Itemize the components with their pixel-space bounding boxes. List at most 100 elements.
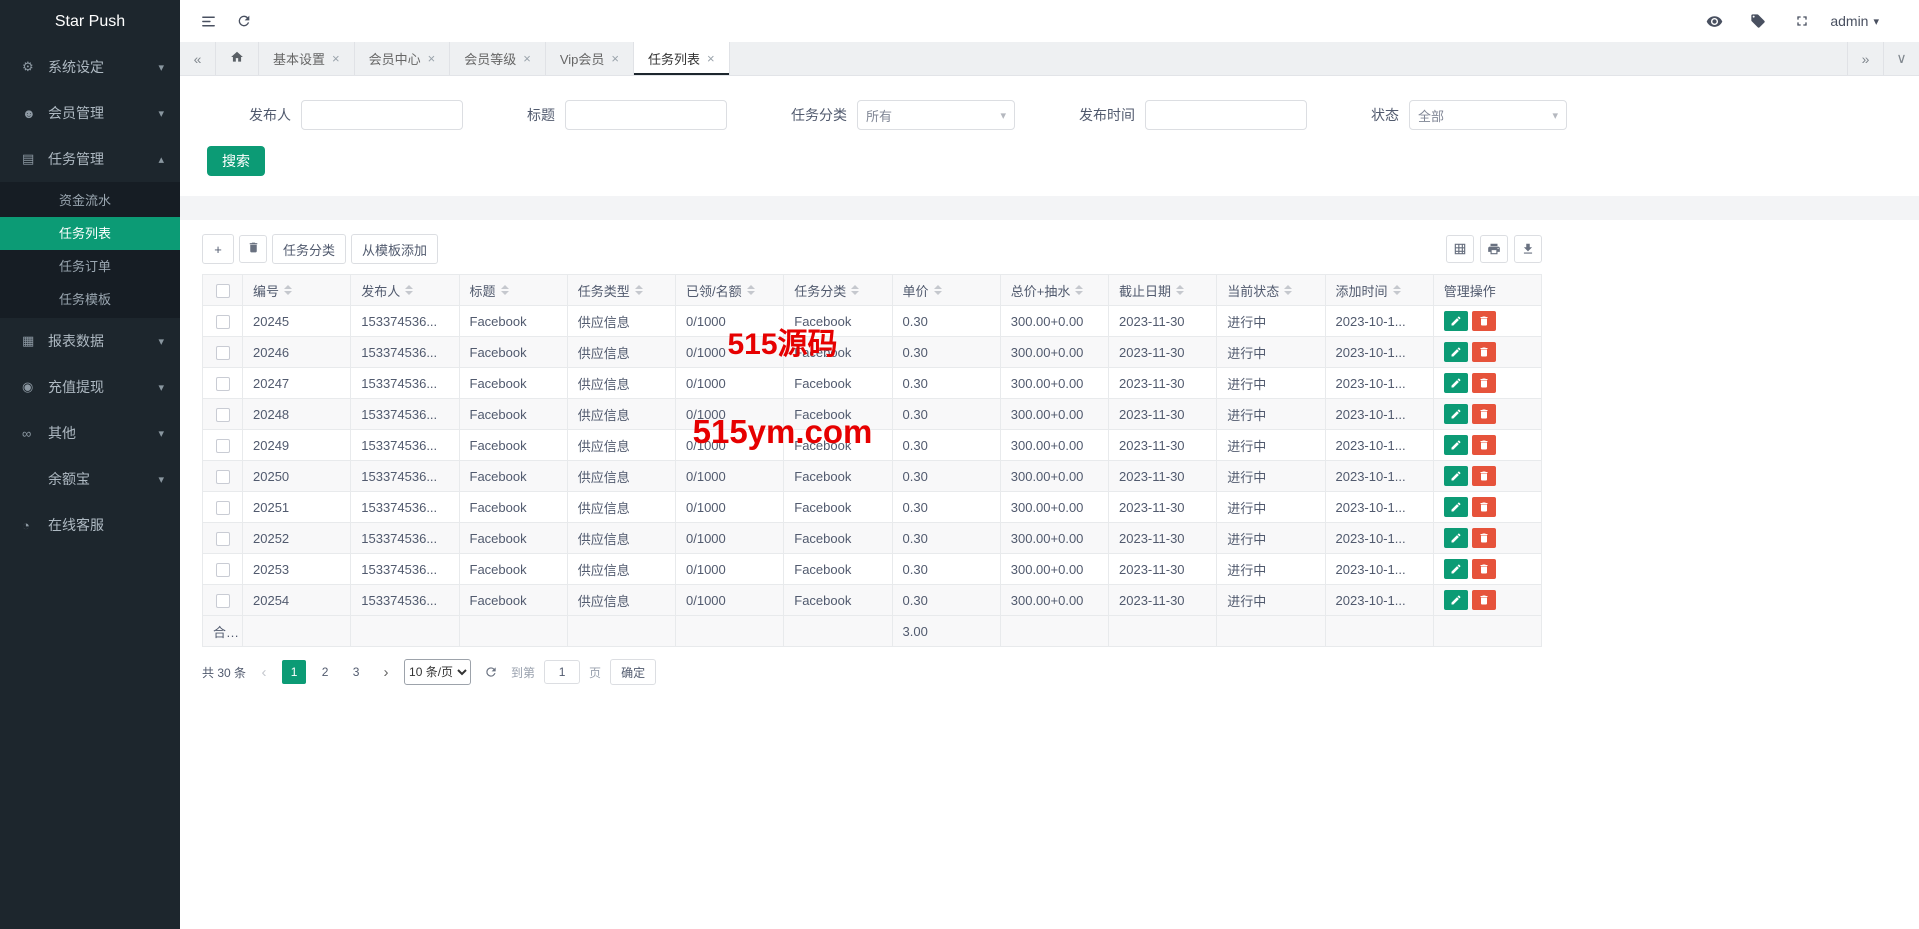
column-header[interactable]: 发布人 [350,274,460,306]
publisher-input[interactable] [301,100,463,130]
sort-icon[interactable] [634,285,643,295]
sort-icon[interactable] [933,285,942,295]
column-header[interactable]: 编号 [241,274,352,306]
sidebar-subitem-task-orders[interactable]: 任务订单 [0,250,180,283]
delete-button[interactable] [1471,342,1496,362]
print-icon[interactable] [1480,235,1508,263]
edit-button[interactable] [1443,435,1468,455]
sidebar-item-yuebao[interactable]: 余额宝 ▾ [0,456,180,502]
tabs-menu-icon[interactable]: ∨ [1883,42,1919,75]
column-header[interactable]: 当前状态 [1216,274,1326,306]
sidebar-item-recharge-withdraw[interactable]: ◉ 充值提现 ▾ [0,364,180,410]
edit-button[interactable] [1443,342,1468,362]
sort-icon[interactable] [405,285,414,295]
menu-collapse-icon[interactable] [192,5,224,37]
row-checkbox[interactable] [215,469,230,484]
sort-icon[interactable] [1284,285,1293,295]
sidebar-item-member-management[interactable]: ☻ 会员管理 ▾ [0,90,180,136]
fullscreen-icon[interactable] [1786,5,1818,37]
user-menu[interactable]: admin ▾ [1830,13,1879,29]
goto-page-input[interactable] [544,660,581,684]
row-checkbox[interactable] [215,314,230,329]
sort-icon[interactable] [284,285,293,295]
delete-button[interactable] [1471,590,1496,610]
column-header[interactable]: 单价 [891,274,1001,306]
tab-home[interactable] [216,42,259,75]
sidebar-subitem-task-templates[interactable]: 任务模板 [0,283,180,316]
delete-button[interactable] [1471,466,1496,486]
eye-icon[interactable] [1698,5,1730,37]
export-icon[interactable] [1514,235,1542,263]
edit-button[interactable] [1443,404,1468,424]
tab-member-center[interactable]: 会员中心 × [354,42,451,75]
row-checkbox[interactable] [215,531,230,546]
delete-button[interactable] [1471,311,1496,331]
add-button[interactable]: + [202,234,234,264]
tab-member-level[interactable]: 会员等级 × [450,42,546,75]
confirm-button[interactable]: 确定 [610,659,657,685]
edit-button[interactable] [1443,497,1468,517]
edit-button[interactable] [1443,466,1468,486]
tabs-scroll-right-icon[interactable]: » [1847,42,1883,75]
row-checkbox[interactable] [215,593,230,608]
page-number-button[interactable]: 1 [282,660,307,684]
sidebar-item-others[interactable]: ∞ 其他 ▾ [0,410,180,456]
edit-button[interactable] [1443,590,1468,610]
prev-page-button[interactable]: ‹ [255,664,273,681]
edit-button[interactable] [1443,373,1468,393]
edit-button[interactable] [1443,528,1468,548]
row-checkbox[interactable] [215,345,230,360]
refresh-icon[interactable] [228,5,260,37]
columns-icon[interactable] [1446,235,1474,263]
edit-button[interactable] [1443,311,1468,331]
delete-button[interactable] [1471,435,1496,455]
delete-button[interactable] [1471,373,1496,393]
sidebar-item-online-service[interactable]: ◔ 在线客服 [0,502,180,548]
sort-icon[interactable] [1176,285,1185,295]
column-header[interactable]: 任务类型 [566,274,677,306]
close-tab-icon[interactable]: × [611,51,619,66]
row-checkbox[interactable] [215,500,230,515]
column-header[interactable]: 任务分类 [783,274,893,306]
sidebar-item-report-data[interactable]: ▦ 报表数据 ▾ [0,318,180,364]
sidebar-subitem-task-list[interactable]: 任务列表 [0,217,180,250]
tab-vip-member[interactable]: Vip会员 × [545,42,634,75]
row-checkbox[interactable] [215,562,230,577]
page-size-select[interactable]: 10 条/页 [404,659,472,685]
tabs-scroll-left-icon[interactable]: « [180,42,216,75]
category-select[interactable]: 所有 ▾ [857,100,1015,130]
row-checkbox[interactable] [215,407,230,422]
close-tab-icon[interactable]: × [523,51,531,66]
sort-icon[interactable] [1075,285,1084,295]
page-number-button[interactable]: 3 [344,660,368,684]
close-tab-icon[interactable]: × [428,51,436,66]
status-select[interactable]: 全部 ▾ [1409,100,1567,130]
add-from-template-button[interactable]: 从模板添加 [351,234,439,264]
sort-icon[interactable] [1392,285,1401,295]
close-tab-icon[interactable]: × [707,51,715,66]
next-page-button[interactable]: › [377,664,395,681]
delete-button[interactable] [1471,404,1496,424]
delete-button[interactable] [1471,528,1496,548]
sort-icon[interactable] [851,285,860,295]
edit-button[interactable] [1443,559,1468,579]
sidebar-subitem-funds-flow[interactable]: 资金流水 [0,184,180,217]
sort-icon[interactable] [746,285,755,295]
tab-task-list[interactable]: 任务列表 × [633,42,730,75]
tab-basic-settings[interactable]: 基本设置 × [259,42,355,75]
column-header[interactable]: 标题 [458,274,568,306]
column-header[interactable]: 截止日期 [1107,274,1218,306]
select-all-checkbox[interactable] [215,283,230,298]
sidebar-item-task-management[interactable]: ▤ 任务管理 ▴ [0,136,180,182]
row-checkbox[interactable] [215,376,230,391]
page-number-button[interactable]: 2 [313,660,337,684]
row-checkbox[interactable] [215,438,230,453]
column-header[interactable]: 总价+抽水 [999,274,1110,306]
delete-selected-button[interactable] [239,235,267,263]
pagination-refresh-icon[interactable] [480,661,502,683]
tag-icon[interactable] [1742,5,1774,37]
delete-button[interactable] [1471,559,1496,579]
task-category-button[interactable]: 任务分类 [272,234,347,264]
publish-time-input[interactable] [1145,100,1307,130]
column-header[interactable]: 已领/名额 [674,274,785,306]
